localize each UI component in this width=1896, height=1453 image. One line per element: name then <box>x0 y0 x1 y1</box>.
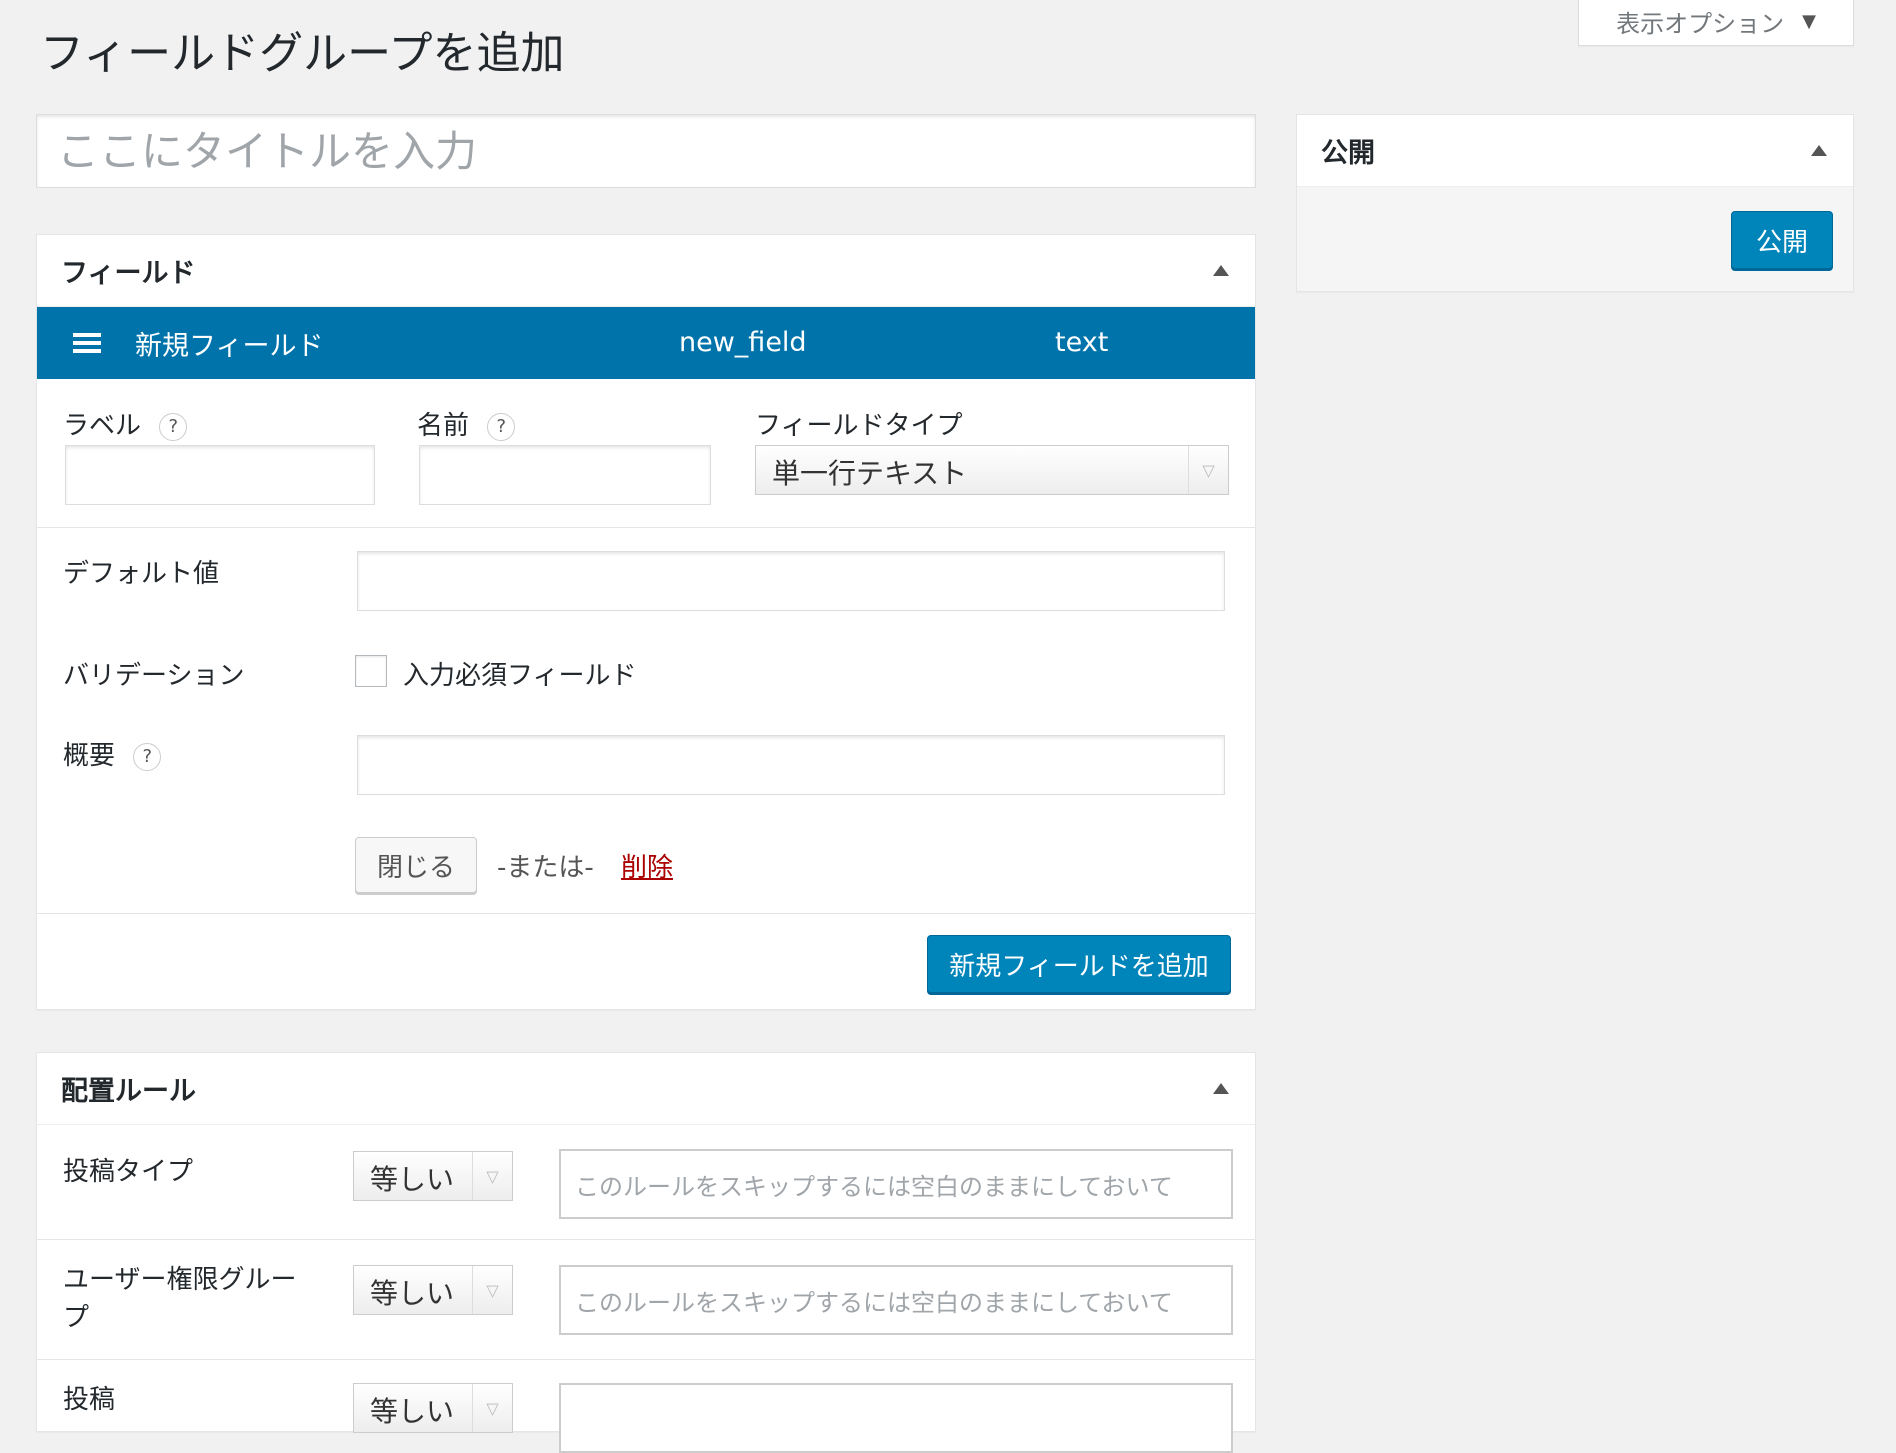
label-field-label: ラベル ? <box>63 405 188 442</box>
rule-value-input[interactable]: このルールをスキップするには空白のままにしておいて <box>559 1149 1233 1219</box>
description-input[interactable] <box>357 735 1225 795</box>
rule-operator-select[interactable]: 等しい ▽ <box>353 1383 513 1433</box>
location-rules-header[interactable]: 配置ルール <box>37 1053 1255 1125</box>
dropdown-arrow-icon: ▽ <box>472 1384 512 1432</box>
rule-value-input[interactable] <box>559 1383 1233 1453</box>
rule-operator-select[interactable]: 等しい ▽ <box>353 1151 513 1201</box>
field-type-select[interactable]: 単一行テキスト ▽ <box>755 445 1229 495</box>
collapse-toggle-icon[interactable] <box>1811 145 1827 156</box>
required-checkbox[interactable] <box>355 655 387 687</box>
caret-down-icon: ▼ <box>1802 11 1816 32</box>
drag-handle-icon[interactable] <box>73 333 101 353</box>
fields-box: フィールド 新規フィールド new_field text ラベル ? 名前 ? … <box>36 234 1256 1010</box>
publish-box: 公開 公開 <box>1296 114 1854 292</box>
default-value-label: デフォルト値 <box>63 559 220 589</box>
field-name-text: new_field <box>679 327 807 358</box>
dropdown-arrow-icon: ▽ <box>472 1152 512 1200</box>
validation-label: バリデーション <box>63 661 245 691</box>
title-input[interactable] <box>36 114 1256 188</box>
default-value-input[interactable] <box>357 551 1225 611</box>
field-type-label: フィールドタイプ <box>755 411 963 441</box>
screen-options-button[interactable]: 表示オプション ▼ <box>1578 0 1854 46</box>
page-title: フィールドグループを追加 <box>40 28 565 79</box>
name-input[interactable] <box>419 445 711 505</box>
help-icon[interactable]: ? <box>487 412 516 441</box>
rule-value-input[interactable]: このルールをスキップするには空白のままにしておいて <box>559 1265 1233 1335</box>
location-rules-title: 配置ルール <box>61 1076 196 1107</box>
publish-button[interactable]: 公開 <box>1731 211 1833 269</box>
rule-label: 投稿タイプ <box>63 1157 194 1187</box>
close-field-button[interactable]: 閉じる <box>355 837 477 893</box>
or-text: -または- <box>497 853 594 883</box>
add-field-button[interactable]: 新規フィールドを追加 <box>927 935 1231 993</box>
rule-label: ユーザー権限グループ <box>63 1265 297 1333</box>
help-icon[interactable]: ? <box>133 742 162 771</box>
fields-box-header[interactable]: フィールド <box>37 235 1255 307</box>
collapse-toggle-icon[interactable] <box>1213 1083 1229 1094</box>
help-icon[interactable]: ? <box>159 412 188 441</box>
collapse-toggle-icon[interactable] <box>1213 265 1229 276</box>
location-rules-box: 配置ルール 投稿タイプ 等しい ▽ このルールをスキップするには空白のままにして… <box>36 1052 1256 1453</box>
publish-box-title: 公開 <box>1321 138 1375 169</box>
field-label-text: 新規フィールド <box>135 331 324 362</box>
dropdown-arrow-icon: ▽ <box>472 1266 512 1314</box>
screen-options-label: 表示オプション <box>1616 10 1785 38</box>
field-row-header[interactable]: 新規フィールド new_field text <box>37 307 1255 379</box>
delete-field-link[interactable]: 削除 <box>621 847 673 884</box>
label-input[interactable] <box>65 445 375 505</box>
publish-box-header[interactable]: 公開 <box>1297 115 1853 187</box>
field-type-text: text <box>1055 327 1109 358</box>
description-label: 概要 ? <box>63 735 162 772</box>
rule-label: 投稿 <box>63 1385 116 1415</box>
required-checkbox-label[interactable]: 入力必須フィールド <box>403 655 636 692</box>
name-field-label: 名前 ? <box>417 405 516 442</box>
rule-operator-select[interactable]: 等しい ▽ <box>353 1265 513 1315</box>
dropdown-arrow-icon: ▽ <box>1188 446 1228 494</box>
fields-box-title: フィールド <box>61 258 196 289</box>
